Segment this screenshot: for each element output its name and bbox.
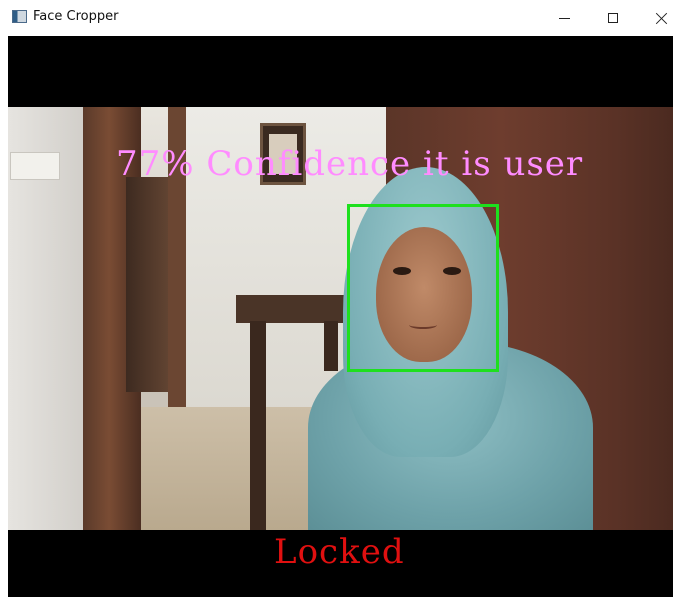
minimize-button[interactable] [541,0,587,36]
maximize-icon [608,13,618,23]
lock-status: Locked [274,532,405,572]
title-bar[interactable]: Face Cropper [0,0,675,36]
confidence-overlay: 77% Confidence it is user [116,144,584,184]
face-detection-box [347,204,499,372]
camera-feed: 77% Confidence it is user Locked [8,36,673,597]
minimize-icon [558,17,570,19]
close-button[interactable] [638,0,675,36]
close-icon [655,12,668,25]
app-window-icon [12,10,27,23]
face-cropper-window: Face Cropper 77% Confidence it is user L… [0,0,675,597]
chair-back [236,295,348,323]
chair-leg [324,321,338,371]
window-title: Face Cropper [33,9,119,24]
chair-leg [250,321,266,530]
maximize-button[interactable] [590,0,636,36]
light-switch [10,152,60,180]
